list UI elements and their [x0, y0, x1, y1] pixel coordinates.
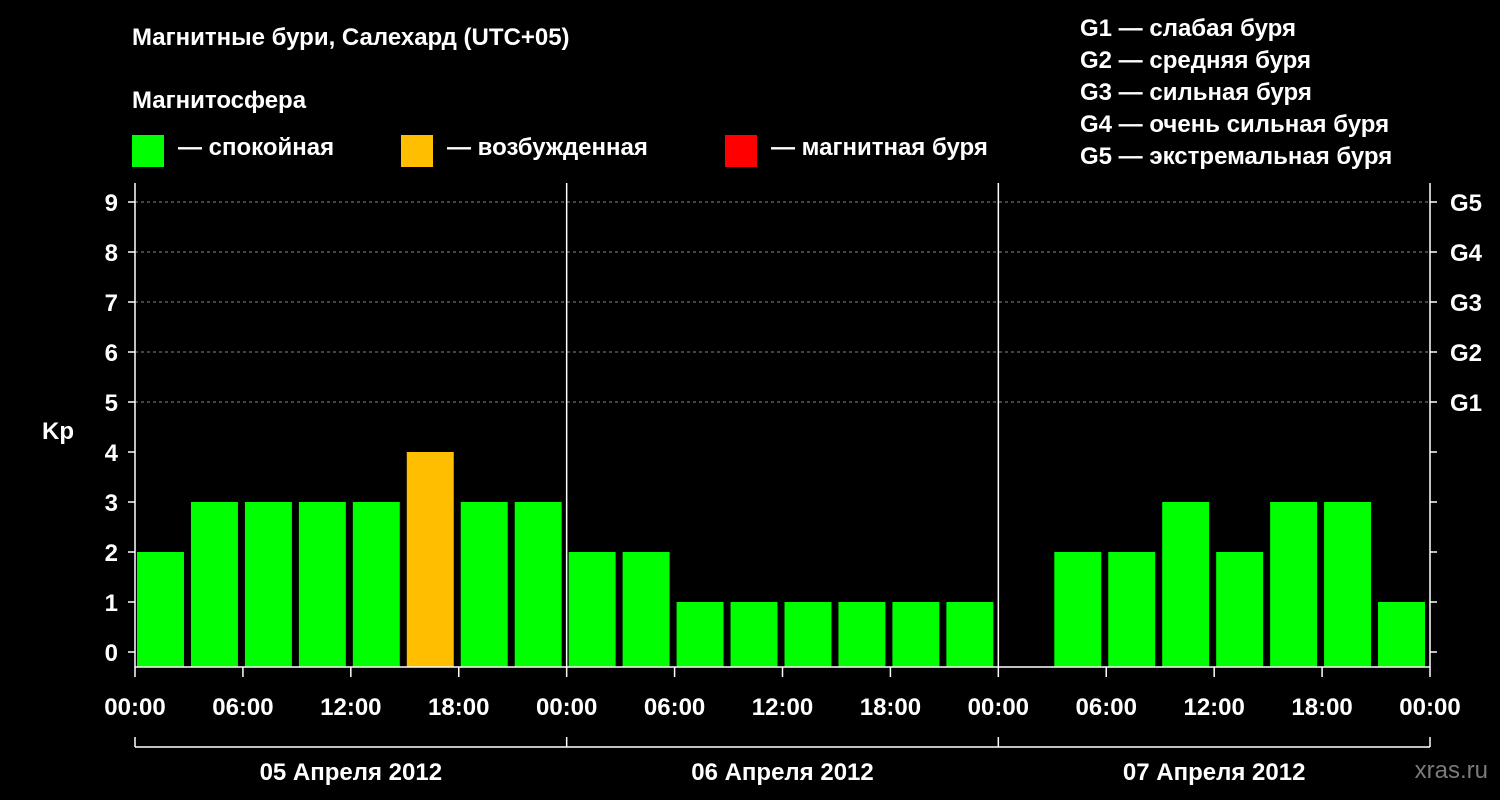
y-tick-label: 9 — [105, 190, 118, 217]
kp-bar — [1216, 552, 1264, 667]
kp-bar — [676, 602, 724, 667]
kp-bar — [406, 452, 454, 667]
date-label: 05 Апреля 2012 — [260, 759, 443, 786]
y-axis-label: Kp — [42, 418, 74, 445]
kp-bar — [1378, 602, 1425, 667]
g-tick-label: G3 — [1450, 290, 1482, 317]
x-tick-label: 12:00 — [320, 694, 381, 721]
kp-bar — [190, 502, 238, 667]
kp-bar — [622, 552, 670, 667]
kp-bar — [244, 502, 292, 667]
y-tick-label: 6 — [105, 340, 118, 367]
g-tick-label: G5 — [1450, 190, 1482, 217]
y-tick-label: 5 — [105, 390, 118, 417]
kp-chart: 0 1 2 3 4 5 6 7 8 9 G1 G2 G3 G4 G5 Kp 00:00 06:00 12:00 18:… — [42, 183, 1483, 786]
kp-bar — [1108, 552, 1156, 667]
kp-bar — [568, 552, 616, 667]
kp-bar — [1324, 502, 1372, 667]
x-tick-label: 12:00 — [1183, 694, 1244, 721]
x-tick-label: 00:00 — [104, 694, 165, 721]
x-tick-label: 18:00 — [860, 694, 921, 721]
x-tick-label: 00:00 — [536, 694, 597, 721]
g-tick-label: G4 — [1450, 240, 1483, 267]
watermark: xras.ru — [1414, 757, 1488, 784]
y-tick-label: 4 — [105, 440, 119, 467]
kp-bar — [514, 502, 562, 667]
x-tick-label: 18:00 — [1291, 694, 1352, 721]
kp-bar — [1162, 502, 1210, 667]
kp-bar — [298, 502, 346, 667]
kp-bar — [892, 602, 940, 667]
date-label: 06 Апреля 2012 — [691, 759, 874, 786]
kp-bar — [784, 602, 832, 667]
kp-bar — [1054, 552, 1102, 667]
y-tick-label: 0 — [105, 640, 118, 667]
date-label: 07 Апреля 2012 — [1123, 759, 1306, 786]
y-tick-label: 1 — [105, 590, 118, 617]
y-tick-label: 8 — [105, 240, 118, 267]
y-tick-label: 2 — [105, 540, 118, 567]
kp-bar — [730, 602, 778, 667]
kp-bar — [838, 602, 886, 667]
x-tick-label: 06:00 — [1076, 694, 1137, 721]
g-tick-label: G2 — [1450, 340, 1482, 367]
y-tick-label: 3 — [105, 490, 118, 517]
x-tick-label: 12:00 — [752, 694, 813, 721]
kp-bar — [946, 602, 994, 667]
x-tick-label: 06:00 — [212, 694, 273, 721]
kp-bar — [460, 502, 508, 667]
kp-bar — [1270, 502, 1318, 667]
x-tick-label: 18:00 — [428, 694, 489, 721]
x-tick-label: 06:00 — [644, 694, 705, 721]
kp-bar — [352, 502, 400, 667]
kp-bar — [137, 552, 184, 667]
y-tick-label: 7 — [105, 290, 118, 317]
x-tick-label: 00:00 — [968, 694, 1029, 721]
g-tick-label: G1 — [1450, 390, 1482, 417]
x-tick-label: 00:00 — [1399, 694, 1460, 721]
